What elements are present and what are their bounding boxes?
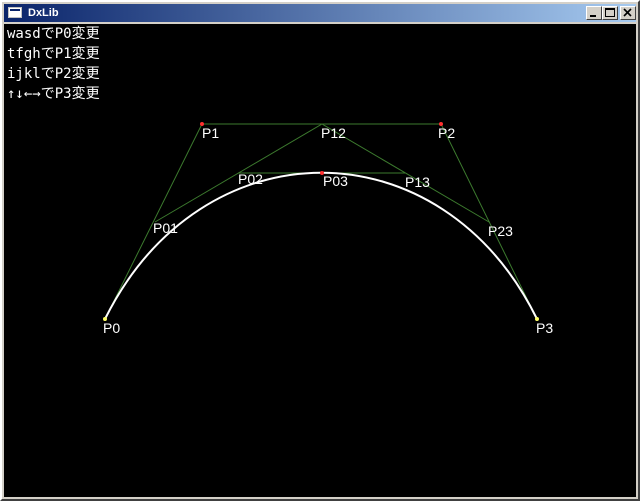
label-p0: P0 <box>103 320 120 336</box>
maximize-icon <box>605 8 615 17</box>
label-p2: P2 <box>438 125 455 141</box>
dxlib-window: DxLib P0 P1 P12 P2 P02 P03 P13 P01 P23 P… <box>0 0 640 501</box>
instruction-p0: wasdでP0変更 <box>7 26 100 42</box>
instruction-p1: tfghでP1変更 <box>7 46 100 62</box>
label-p01: P01 <box>153 220 178 236</box>
label-p02: P02 <box>238 171 263 187</box>
label-p13: P13 <box>405 174 430 190</box>
minimize-button[interactable] <box>586 6 602 20</box>
window-title: DxLib <box>28 7 59 19</box>
maximize-button[interactable] <box>602 6 618 20</box>
label-p12: P12 <box>321 125 346 141</box>
title-bar[interactable]: DxLib <box>4 4 636 22</box>
bezier-curve <box>104 171 538 320</box>
close-icon <box>623 8 632 17</box>
label-p1: P1 <box>202 125 219 141</box>
close-button[interactable] <box>620 6 636 20</box>
label-p3: P3 <box>536 320 553 336</box>
app-window-icon <box>8 7 22 18</box>
instruction-p3: ↑↓←→でP3変更 <box>7 86 100 102</box>
render-area[interactable]: P0 P1 P12 P2 P02 P03 P13 P01 P23 P3 wasd… <box>4 24 636 497</box>
minimize-icon <box>590 15 596 17</box>
label-p03: P03 <box>323 173 348 189</box>
instruction-p2: ijklでP2変更 <box>7 66 100 82</box>
label-p23: P23 <box>488 223 513 239</box>
